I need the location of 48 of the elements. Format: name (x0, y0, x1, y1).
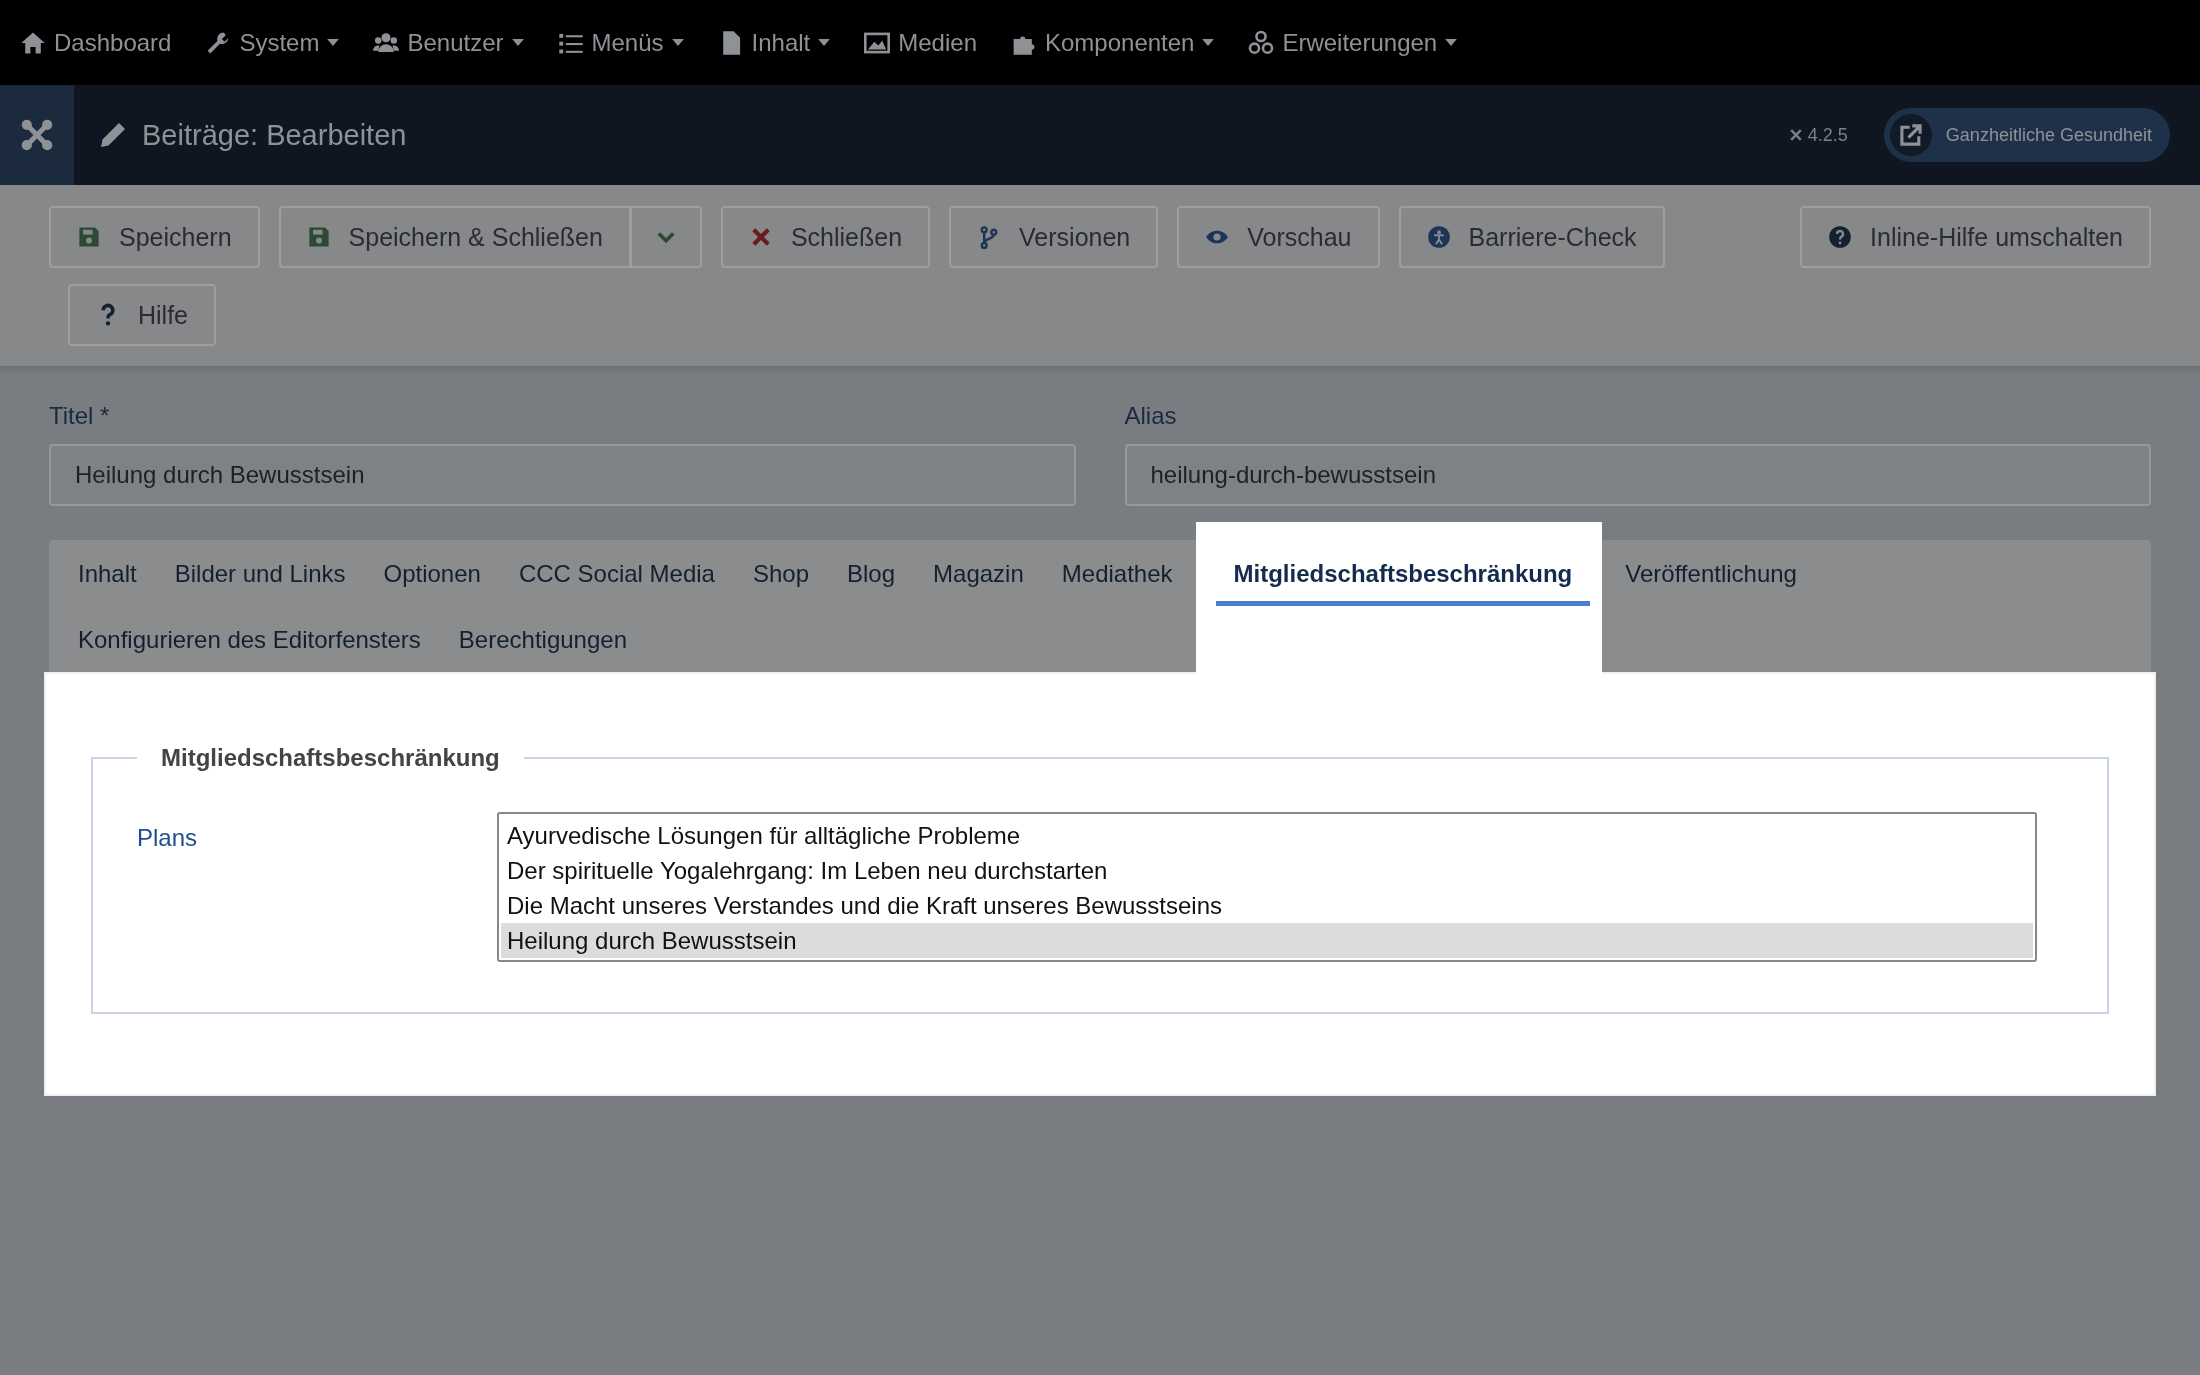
text-input[interactable]: heilung-durch-bewusstsein (1124, 444, 2151, 506)
tab[interactable]: Shop (738, 540, 824, 606)
fieldset-legend: Mitgliedschaftsbeschränkung (137, 744, 524, 772)
tab[interactable]: Veröffentlichung (1611, 540, 1811, 606)
nav-menu-item[interactable]: Erweiterungen (1248, 28, 1458, 57)
field-label: Alias (1124, 402, 1178, 430)
tab[interactable]: Mediathek (1047, 540, 1187, 606)
nav-menu-item[interactable]: Menüs (557, 28, 684, 57)
nav-menu-item[interactable]: System (205, 28, 340, 57)
tab[interactable]: CCC Social Media (504, 540, 729, 606)
accessibility-icon (1426, 225, 1451, 249)
tab[interactable]: Blog (833, 540, 910, 606)
version-label: 4.2.5 (1807, 124, 1848, 146)
site-link-button[interactable]: Ganzheitliche Gesundheit (1883, 108, 2170, 162)
nav-menu-item[interactable]: Medien (864, 28, 977, 57)
tab[interactable]: Mitgliedschaftsbeschränkung (1215, 540, 1591, 606)
list-option[interactable]: Ayurvedische Lösungen für alltägliche Probleme (501, 818, 2033, 853)
tab[interactable]: Inhalt (64, 540, 151, 606)
nav-menu-item[interactable]: Dashboard (20, 28, 172, 57)
multi-select-list[interactable]: Ayurvedische Lösungen für alltägliche Probleme Der spirituelle Yogalehrgang: Im Leben neu durchstarten Die Macht unseres Verstandes und die Kraft unseres Bewusstseins Heilung durch Bewusstsein (497, 812, 2037, 962)
external-link-icon (1897, 122, 1924, 148)
save-close-button[interactable]: Speichern & Schließen (278, 206, 631, 268)
toolbar-button[interactable]: Vorschau (1177, 206, 1380, 268)
tab[interactable]: Bilder und Links (160, 540, 360, 606)
pencil-icon (98, 120, 128, 150)
nav-menu-item[interactable]: Komponenten (1011, 28, 1215, 57)
nav-menu-item[interactable]: Inhalt (717, 28, 831, 57)
toolbar-button[interactable]: Barriere-Check (1398, 206, 1665, 268)
tab[interactable]: Magazin (919, 540, 1038, 606)
field-label: Plans (137, 824, 199, 852)
inline-help-button[interactable]: Inline-Hilfe umschalten (1800, 206, 2151, 268)
toolbar-button[interactable]: Speichern (49, 206, 260, 268)
tab[interactable]: Optionen (369, 540, 495, 606)
help-icon (1828, 225, 1853, 249)
logo-tile[interactable] (0, 85, 74, 185)
tab[interactable]: Konfigurieren des Editorfensters (64, 606, 435, 672)
tab[interactable]: Berechtigungen (444, 606, 641, 672)
nav-menu-item[interactable]: Benutzer (373, 28, 524, 57)
dropdown-toggle-button[interactable] (630, 206, 702, 268)
help-button[interactable]: Hilfe (68, 284, 216, 346)
list-option[interactable]: Der spirituelle Yogalehrgang: Im Leben neu durchstarten (501, 853, 2033, 888)
toolbar-button[interactable]: Versionen (949, 206, 1159, 268)
text-input[interactable]: Heilung durch Bewusstsein (49, 444, 1076, 506)
list-option[interactable]: Heilung durch Bewusstsein (501, 923, 2033, 958)
toolbar-button[interactable]: Schließen (720, 206, 931, 268)
list-option[interactable]: Die Macht unseres Verstandes und die Kraft unseres Bewusstseins (501, 888, 2033, 923)
field-label: Titel * (49, 402, 111, 430)
page-title: Beiträge: Bearbeiten (142, 118, 407, 152)
